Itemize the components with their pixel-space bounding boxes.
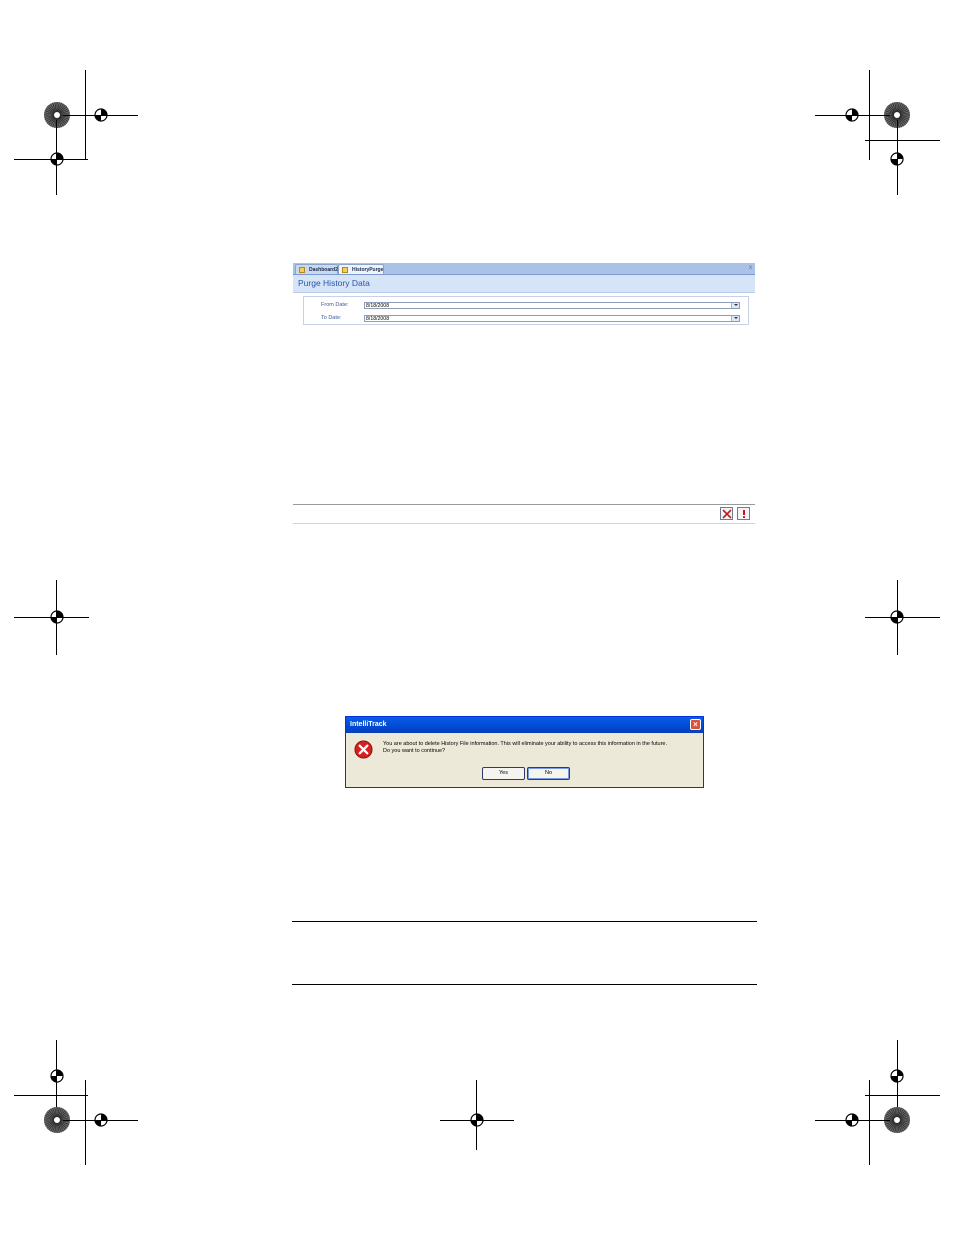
crop-line: [865, 140, 940, 141]
error-icon: [354, 740, 373, 759]
crop-line: [440, 1120, 514, 1121]
crop-line: [63, 1120, 138, 1121]
dialog-titlebar[interactable]: IntelliTrack ×: [346, 717, 703, 733]
cancel-button[interactable]: [720, 507, 733, 520]
tab-historypurge[interactable]: HistoryPurge: [338, 264, 384, 274]
exclamation-run-icon: [743, 510, 745, 518]
to-date-dropdown-button[interactable]: [731, 316, 739, 321]
date-range-group: From Date: 8/18/2008 To Date: 8/18/2008: [303, 296, 749, 325]
dialog-question: Do you want to continue?: [383, 748, 446, 754]
document-tab-bar: Dashboard2 HistoryPurge x: [293, 263, 755, 275]
crop-line: [869, 1080, 870, 1165]
crop-line: [85, 1080, 86, 1165]
chevron-down-icon: [734, 304, 738, 306]
form-icon: [299, 267, 305, 273]
crop-line: [815, 115, 890, 116]
form-footer-toolbar: [293, 504, 755, 524]
to-date-combobox[interactable]: 8/18/2008: [364, 315, 740, 322]
crop-line: [865, 1095, 940, 1096]
from-date-combobox[interactable]: 8/18/2008: [364, 302, 740, 309]
run-purge-button[interactable]: [737, 507, 750, 520]
dialog-title: IntelliTrack: [350, 721, 387, 728]
crop-line: [815, 1120, 890, 1121]
confirm-dialog: IntelliTrack × You are about to delete H…: [345, 716, 704, 788]
crop-line: [865, 617, 940, 618]
crop-line: [14, 159, 88, 160]
crop-line: [476, 1080, 477, 1150]
crop-line: [897, 120, 898, 195]
crop-line: [56, 120, 57, 195]
chevron-down-icon: [734, 317, 738, 319]
close-tab-icon[interactable]: x: [749, 263, 752, 274]
crop-line: [14, 1095, 88, 1096]
from-date-dropdown-button[interactable]: [731, 303, 739, 308]
yes-button[interactable]: Yes: [482, 767, 525, 780]
page-title: Purge History Data: [298, 278, 370, 288]
form-header: Purge History Data: [293, 275, 755, 293]
crop-line: [63, 115, 138, 116]
from-date-value: 8/18/2008: [366, 303, 390, 309]
dialog-message: You are about to delete History File inf…: [383, 741, 667, 747]
purge-history-form: Dashboard2 HistoryPurge x Purge History …: [293, 263, 755, 347]
to-date-value: 8/18/2008: [366, 316, 390, 322]
close-icon: ×: [693, 720, 698, 729]
no-button[interactable]: No: [527, 767, 570, 780]
cancel-x-icon: [722, 509, 732, 519]
dialog-close-button[interactable]: ×: [690, 719, 701, 730]
note-divider-bottom: [292, 984, 757, 985]
crop-line: [14, 617, 89, 618]
registration-target-icon: [50, 1069, 64, 1083]
tab-label: Dashboard2: [309, 267, 338, 273]
form-icon: [342, 267, 348, 273]
from-date-label: From Date:: [321, 302, 349, 308]
crop-line: [56, 1040, 57, 1115]
crop-line: [897, 1040, 898, 1115]
tab-label: HistoryPurge: [352, 267, 384, 273]
tab-dashboard2[interactable]: Dashboard2: [295, 264, 338, 274]
to-date-label: To Date:: [321, 315, 342, 321]
note-divider-top: [292, 921, 757, 922]
